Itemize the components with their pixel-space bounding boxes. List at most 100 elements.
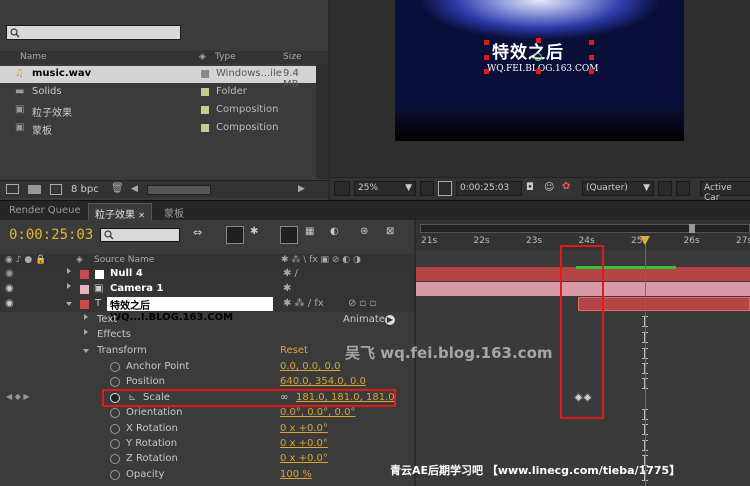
current-time-indicator-head[interactable] bbox=[640, 236, 650, 245]
eye-icon[interactable]: ◉ bbox=[5, 283, 14, 294]
stopwatch-icon[interactable] bbox=[110, 362, 120, 372]
animate-menu[interactable]: Animate: bbox=[343, 314, 388, 325]
graph-editor-icon[interactable]: ⊠ bbox=[386, 226, 404, 244]
stopwatch-icon[interactable] bbox=[110, 454, 120, 465]
tab-mask-comp[interactable]: 蒙板 bbox=[158, 203, 190, 220]
stopwatch-icon[interactable] bbox=[110, 439, 120, 449]
transform-handle[interactable] bbox=[484, 69, 489, 74]
tab-render-queue[interactable]: Render Queue bbox=[3, 203, 87, 220]
label-swatch[interactable] bbox=[201, 106, 209, 114]
scroll-right-icon[interactable]: ▶ bbox=[298, 184, 305, 194]
label-swatch[interactable] bbox=[201, 88, 209, 96]
layer-switches[interactable]: ✱ ⁂ / fx bbox=[283, 298, 324, 309]
reset-link[interactable]: Reset bbox=[280, 345, 308, 356]
expand-triangle-icon[interactable] bbox=[84, 314, 88, 320]
anchor-point-icon[interactable] bbox=[534, 53, 542, 61]
scroll-left-icon[interactable]: ◀ bbox=[131, 184, 138, 194]
draft-3d-icon[interactable]: ✱ bbox=[250, 226, 268, 244]
layer-name[interactable]: Null 4 bbox=[110, 268, 143, 279]
current-time-display[interactable]: 0:00:25:03 bbox=[9, 227, 93, 243]
live-update-icon[interactable] bbox=[226, 226, 244, 244]
layer-switches[interactable]: ✱ bbox=[283, 283, 291, 294]
color-channels-icon[interactable]: ✿ bbox=[562, 181, 570, 192]
project-search-input[interactable] bbox=[6, 25, 181, 40]
column-size[interactable]: Size bbox=[283, 52, 301, 62]
eye-icon[interactable]: ◉ bbox=[5, 298, 14, 309]
always-preview-icon[interactable] bbox=[334, 181, 350, 196]
motion-blur-icon[interactable]: ◐ bbox=[330, 226, 348, 244]
layer-row[interactable]: ◉ Null 4 ✱ / bbox=[0, 267, 414, 282]
transform-handle[interactable] bbox=[536, 38, 541, 43]
property-row[interactable]: Orientation 0.0°, 0.0°, 0.0° bbox=[0, 406, 414, 421]
interpret-footage-icon[interactable] bbox=[6, 184, 19, 194]
property-value[interactable]: 0 x +0.0° bbox=[280, 453, 328, 464]
eye-icon[interactable]: ◉ bbox=[5, 268, 14, 279]
property-value[interactable]: 640.0, 354.0, 0.0 bbox=[280, 376, 366, 387]
group-row[interactable]: Effects bbox=[0, 328, 414, 343]
source-name-header[interactable]: Source Name bbox=[94, 255, 154, 265]
transform-handle[interactable] bbox=[536, 69, 541, 74]
expand-triangle-icon[interactable] bbox=[84, 329, 88, 335]
tab-particle-comp[interactable]: 粒子效果 ✕ bbox=[88, 203, 152, 221]
layer-3d-switches[interactable]: ⊘ ▫ ▫ bbox=[348, 298, 376, 309]
brainstorm-icon[interactable]: ⊛ bbox=[360, 226, 378, 244]
timeline-search-input[interactable] bbox=[100, 228, 180, 242]
stopwatch-icon[interactable] bbox=[110, 377, 120, 388]
shy-layers-icon[interactable] bbox=[280, 226, 298, 244]
layer-row[interactable]: ◉ T 特效之后 WQ...I.BLOG.163.COM ✱ ⁂ / fx ⊘ … bbox=[0, 297, 414, 323]
label-swatch[interactable] bbox=[201, 70, 209, 78]
expand-triangle-icon[interactable] bbox=[67, 268, 71, 274]
time-navigator[interactable] bbox=[420, 224, 750, 233]
current-time-indicator[interactable] bbox=[645, 236, 646, 486]
layer-row[interactable]: ◉ ▣ Camera 1 ✱ bbox=[0, 282, 414, 297]
collapse-triangle-icon[interactable] bbox=[83, 349, 89, 353]
property-row[interactable]: Y Rotation 0 x +0.0° bbox=[0, 437, 414, 452]
project-item[interactable]: ▣ 粒子效果 Composition bbox=[0, 102, 316, 119]
property-value[interactable]: 0 x +0.0° bbox=[280, 423, 328, 434]
label-swatch[interactable] bbox=[201, 124, 209, 132]
expand-triangle-icon[interactable] bbox=[67, 283, 71, 289]
new-composition-icon[interactable] bbox=[50, 184, 62, 195]
show-snapshot-icon[interactable]: ☺ bbox=[544, 182, 554, 193]
property-row[interactable]: Z Rotation 0 x +0.0° bbox=[0, 452, 414, 467]
layer-name[interactable]: Camera 1 bbox=[110, 283, 163, 294]
transform-handle[interactable] bbox=[589, 69, 594, 74]
property-value[interactable]: 0 x +0.0° bbox=[280, 438, 328, 449]
snapshot-icon[interactable]: ◘ bbox=[526, 182, 534, 193]
property-row[interactable]: Opacity 100 % bbox=[0, 468, 414, 483]
new-folder-icon[interactable] bbox=[28, 185, 41, 194]
bit-depth-button[interactable]: 8 bpc bbox=[71, 184, 99, 195]
project-item[interactable]: ▬ Solids Folder bbox=[0, 84, 316, 101]
resolution-select[interactable]: (Quarter) ▼ bbox=[582, 181, 654, 196]
logo-text-layer[interactable]: 特效之后 bbox=[492, 38, 564, 63]
column-type[interactable]: Type bbox=[215, 52, 236, 62]
column-name[interactable]: Name bbox=[20, 52, 47, 62]
trash-icon[interactable]: 🗑 bbox=[111, 183, 124, 194]
camera-view-select[interactable]: Active Car bbox=[700, 181, 750, 203]
region-of-interest-icon[interactable] bbox=[438, 181, 452, 196]
layer-switches[interactable]: ✱ / bbox=[283, 268, 298, 279]
fast-previews-icon[interactable] bbox=[658, 181, 672, 196]
transform-handle[interactable] bbox=[484, 55, 489, 60]
grid-toggle-icon[interactable] bbox=[420, 181, 434, 196]
transform-handle[interactable] bbox=[484, 40, 489, 45]
property-row[interactable]: X Rotation 0 x +0.0° bbox=[0, 422, 414, 437]
animate-play-icon[interactable]: ▶ bbox=[385, 315, 395, 325]
project-item[interactable]: ▣ 蒙板 Composition bbox=[0, 120, 316, 137]
comp-mini-flowchart-icon[interactable]: ⇔ bbox=[193, 226, 211, 244]
project-item[interactable]: ♫ music.wav Windows...ile 9.4 MB bbox=[0, 66, 316, 90]
horizontal-scrollbar[interactable] bbox=[147, 185, 211, 195]
zoom-select[interactable]: 25% ▼ bbox=[354, 181, 416, 196]
viewer-timecode[interactable]: 0:00:25:03 bbox=[456, 181, 522, 196]
keyframe-navigator-icon[interactable]: ◀ ◆ ▶ bbox=[6, 392, 30, 401]
transparency-grid-icon[interactable] bbox=[676, 181, 690, 196]
layer-name[interactable]: 特效之后 WQ...I.BLOG.163.COM bbox=[107, 297, 273, 323]
transform-handle[interactable] bbox=[589, 40, 594, 45]
stopwatch-icon[interactable] bbox=[110, 423, 120, 434]
navigator-handle[interactable] bbox=[689, 224, 695, 233]
close-icon[interactable]: ✕ bbox=[138, 211, 145, 220]
property-value[interactable]: 100 % bbox=[280, 469, 312, 480]
layer-label-color[interactable] bbox=[80, 270, 89, 279]
property-value[interactable]: 0.0, 0.0, 0.0 bbox=[280, 361, 340, 372]
frame-blending-icon[interactable]: ▦ bbox=[305, 226, 323, 244]
